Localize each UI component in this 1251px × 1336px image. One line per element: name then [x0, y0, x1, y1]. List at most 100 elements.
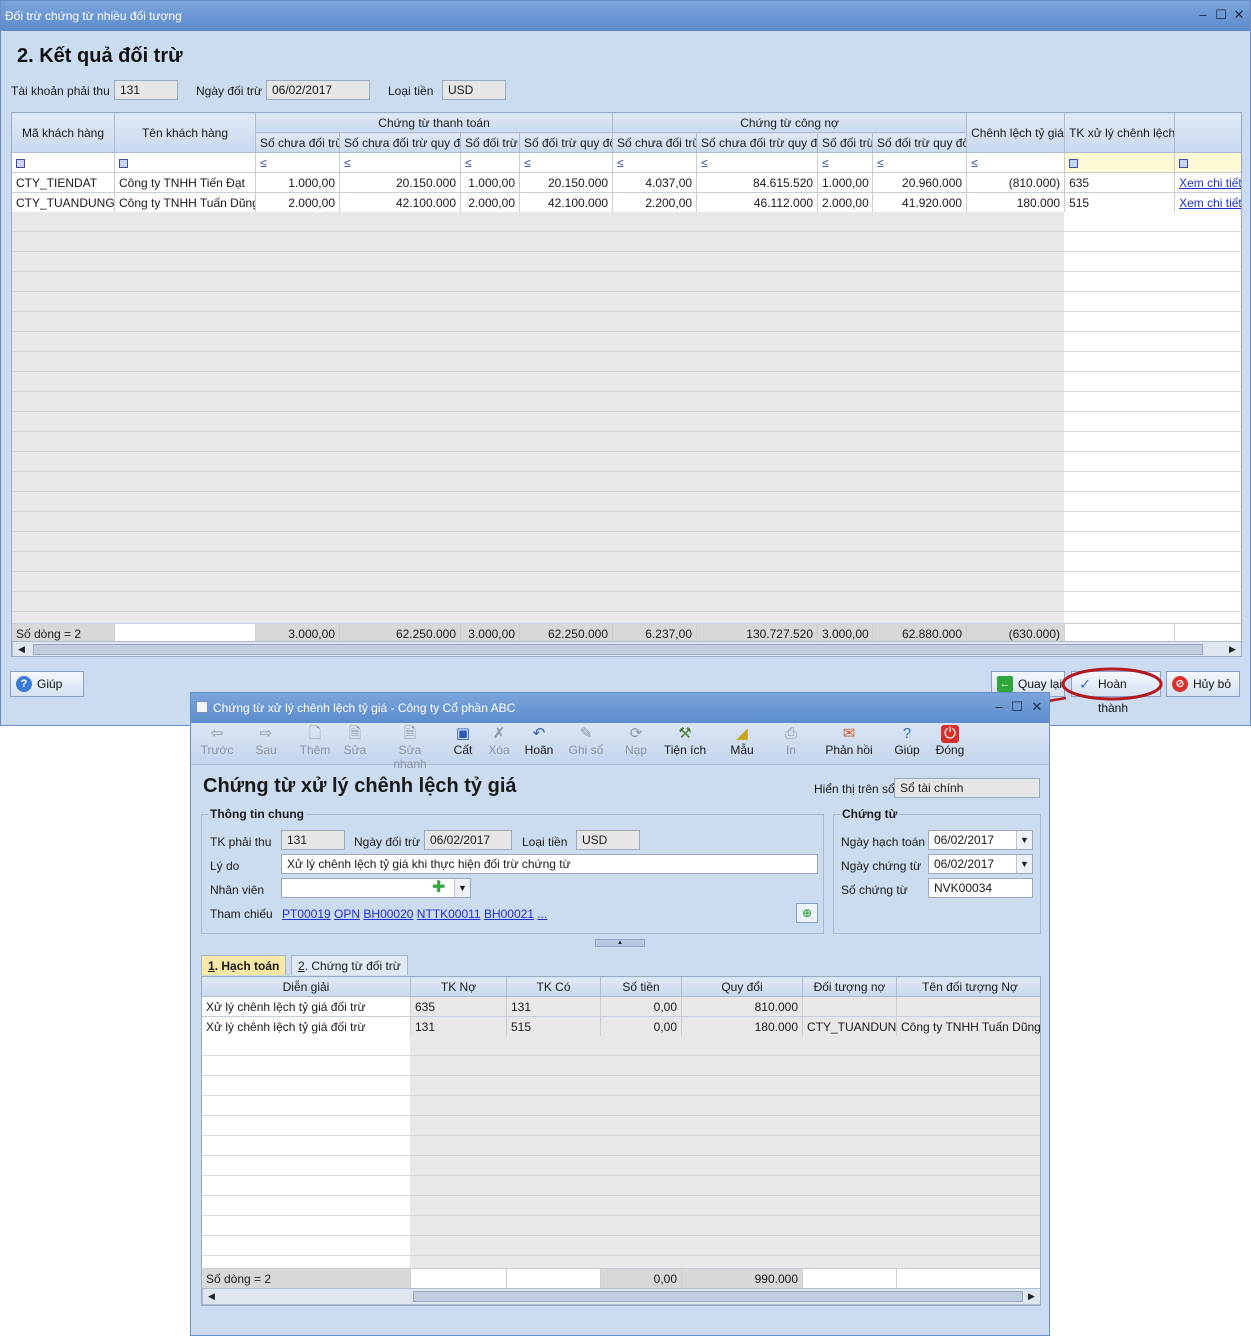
arrow-right-icon: ⇨ — [259, 725, 273, 742]
tools-icon: ⚒ — [678, 725, 692, 742]
template-button[interactable]: ◢ Mẫu — [729, 725, 755, 757]
scroll-right-icon[interactable]: ▶ — [1023, 1289, 1040, 1304]
col-description[interactable]: Diễn giải — [202, 977, 411, 997]
utilities-button[interactable]: ⚒ Tiện ích — [663, 725, 707, 757]
next-button[interactable]: ⇨ Sau — [251, 725, 281, 757]
post-button[interactable]: ✎ Ghi sổ — [568, 725, 604, 757]
voucher-no-label: Số chứng từ — [841, 883, 908, 897]
add-reference-icon[interactable]: ⊕ — [796, 903, 818, 923]
cell-debtor — [802, 996, 897, 1017]
cell-debtor-name: Công ty TNHH Tuấn Dũng — [896, 1016, 1040, 1037]
general-info-title: Thông tin chung — [208, 807, 306, 821]
pencil-icon: ✎ — [579, 725, 593, 742]
summary-row: Số dòng = 2 0,00 990.000 — [202, 1268, 1040, 1289]
tab-accounting[interactable]: 1. Hạch toán — [201, 955, 287, 975]
scroll-left-icon[interactable]: ◀ — [203, 1289, 220, 1304]
display-field[interactable]: Sổ tài chính — [894, 778, 1040, 798]
chevron-down-icon[interactable]: ▼ — [1016, 855, 1032, 873]
feedback-button[interactable]: ✉ Phản hồi — [825, 725, 873, 757]
cell-amount: 0,00 — [600, 996, 682, 1017]
cell-amount: 0,00 — [600, 1016, 682, 1037]
col-debit-account[interactable]: TK Nợ — [410, 977, 507, 997]
reason-input[interactable]: Xử lý chênh lệch tỷ giá khi thực hiện đố… — [281, 854, 818, 874]
collapse-handle[interactable]: ▲ — [595, 939, 645, 947]
col-credit-account[interactable]: TK Có — [506, 977, 601, 997]
ref-link[interactable]: BH00020 — [363, 907, 413, 921]
cell-converted: 810.000 — [681, 996, 803, 1017]
more-refs-link[interactable]: ... — [537, 907, 547, 921]
table-row[interactable]: Xử lý chênh lệch tỷ giá đối trừ 131 515 … — [202, 1016, 1040, 1037]
display-label: Hiển thị trên sổ — [814, 782, 895, 796]
tab-offset-vouchers[interactable]: 2. Chứng từ đối trừ — [291, 955, 408, 975]
close-button[interactable]: ⏻ Đóng — [935, 725, 965, 757]
tk-field[interactable]: 131 — [281, 830, 345, 850]
col-amount[interactable]: Số tiền — [600, 977, 682, 997]
edit-button[interactable]: 🗎 Sửa — [342, 725, 368, 757]
voucher-window-title: Chứng từ xử lý chênh lệch tỷ giá - Công … — [213, 701, 516, 715]
sum-converted: 990.000 — [681, 1268, 803, 1289]
col-debtor[interactable]: Đối tượng nợ — [802, 977, 897, 997]
cell-converted: 180.000 — [681, 1016, 803, 1037]
voucher-date-label: Ngày chứng từ — [841, 859, 922, 873]
quick-edit-icon: 🗎 — [403, 725, 417, 742]
undo-icon: ↶ — [532, 725, 546, 742]
maximize-icon[interactable]: ☐ — [1007, 697, 1027, 717]
ref-link[interactable]: NTTK00011 — [417, 907, 481, 921]
prev-button[interactable]: ⇦ Trước — [199, 725, 235, 757]
cell-description: Xử lý chênh lệch tỷ giá đối trừ — [202, 1016, 411, 1037]
chevron-down-icon[interactable]: ▼ — [454, 879, 470, 897]
accounting-table: Diễn giải TK Nợ TK Có Số tiền Quy đổi Đố… — [202, 977, 1040, 1037]
save-button[interactable]: ▣ Cất — [453, 725, 473, 757]
ref-label: Tham chiếu — [210, 907, 273, 921]
toolbar-help-button[interactable]: ? Giúp — [894, 725, 920, 757]
close-icon[interactable]: ✕ — [1027, 697, 1047, 717]
quick-edit-button[interactable]: 🗎 Sửa nhanh — [381, 725, 439, 771]
accounting-grid[interactable]: Diễn giải TK Nợ TK Có Số tiền Quy đổi Đố… — [201, 976, 1041, 1306]
delete-icon: ✗ — [492, 725, 506, 742]
document-icon — [196, 701, 208, 713]
voucher-group-title: Chứng từ — [840, 807, 900, 821]
voucher-no-input[interactable]: NVK00034 — [928, 878, 1033, 898]
voucher-date-picker[interactable]: 06/02/2017 ▼ — [928, 854, 1033, 874]
currency-field[interactable]: USD — [576, 830, 640, 850]
posting-date-picker[interactable]: 06/02/2017 ▼ — [928, 830, 1033, 850]
horizontal-scrollbar[interactable]: ◀ ▶ — [202, 1288, 1040, 1305]
reference-links: PT00019 OPN BH00020 NTTK00011 BH00021 ..… — [282, 907, 547, 921]
table-row[interactable]: Xử lý chênh lệch tỷ giá đối trừ 635 131 … — [202, 996, 1040, 1017]
save-icon: ▣ — [455, 725, 471, 742]
employee-combo[interactable]: ✚ ▼ — [281, 878, 471, 898]
voucher-heading: Chứng từ xử lý chênh lệch tỷ giá — [203, 775, 517, 797]
template-icon: ◢ — [736, 725, 748, 742]
date-field[interactable]: 06/02/2017 — [424, 830, 512, 850]
cell-credit: 131 — [506, 996, 601, 1017]
chevron-down-icon[interactable]: ▼ — [1016, 831, 1032, 849]
tk-label: TK phải thu — [210, 835, 272, 849]
voucher-toolbar: ⇦ Trước ⇨ Sau 🗋 Thêm 🗎 Sửa 🗎 Sửa nhanh ▣ Cất ✗… — [191, 723, 1049, 771]
cell-description: Xử lý chênh lệch tỷ giá đối trừ — [202, 996, 411, 1017]
add-icon[interactable]: ✚ — [432, 879, 445, 897]
add-button[interactable]: 🗋 Thêm — [298, 725, 332, 757]
power-icon: ⏻ — [941, 725, 959, 743]
mail-icon: ✉ — [842, 725, 856, 742]
delete-button[interactable]: ✗ Xóa — [487, 725, 511, 757]
col-debtor-name[interactable]: Tên đối tượng Nợ — [896, 977, 1040, 997]
help-icon: ? — [902, 725, 912, 742]
load-button[interactable]: ⟳ Nạp — [624, 725, 648, 757]
empty-rows-area — [410, 1036, 1040, 1268]
ref-link[interactable]: BH00021 — [484, 907, 534, 921]
employee-label: Nhân viên — [210, 883, 265, 897]
ref-link[interactable]: PT00019 — [282, 907, 331, 921]
printer-icon: ⎙ — [784, 725, 797, 742]
highlight-ellipse — [1061, 667, 1163, 701]
date-label: Ngày đối trừ — [354, 835, 421, 849]
accounting-summary: Số dòng = 2 0,00 990.000 — [202, 1268, 1040, 1289]
scroll-thumb[interactable] — [413, 1291, 1023, 1302]
cell-debtor-name — [896, 996, 1040, 1017]
print-button[interactable]: ⎙ In — [781, 725, 801, 757]
currency-label: Loại tiền — [522, 835, 568, 849]
ref-link[interactable]: OPN — [334, 907, 360, 921]
minimize-icon[interactable]: – — [989, 697, 1009, 717]
col-converted[interactable]: Quy đổi — [681, 977, 803, 997]
undo-button[interactable]: ↶ Hoãn — [524, 725, 554, 757]
cell-credit: 515 — [506, 1016, 601, 1037]
